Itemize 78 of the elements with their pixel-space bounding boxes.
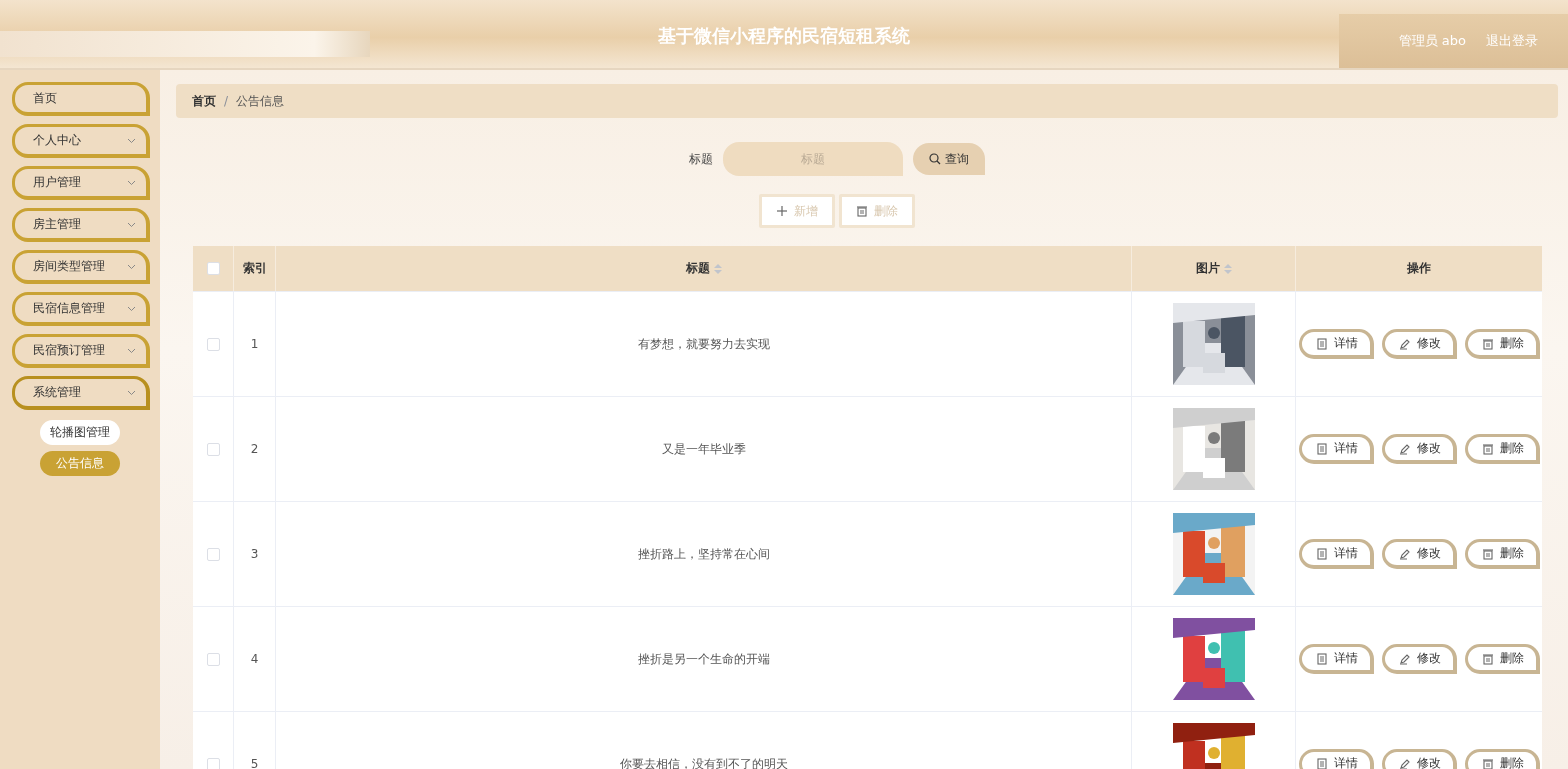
pencil-icon <box>1398 337 1411 350</box>
document-icon <box>1315 442 1328 455</box>
edit-button[interactable]: 修改 <box>1381 644 1457 674</box>
chevron-down-icon <box>127 305 136 312</box>
chevron-down-icon <box>127 137 136 144</box>
delete-button[interactable]: 删除 <box>1464 539 1540 569</box>
checkbox[interactable] <box>206 337 220 351</box>
table-cell: 你要去相信，没有到不了的明天 <box>619 755 788 769</box>
document-icon <box>1315 547 1328 560</box>
app-title: 基于微信小程序的民宿短租系统 <box>658 24 910 48</box>
document-icon <box>1315 757 1328 769</box>
delete-button[interactable]: 删除 <box>1464 329 1540 359</box>
trash-icon <box>1481 757 1494 769</box>
checkbox[interactable] <box>206 547 220 561</box>
trash-icon <box>1481 337 1494 350</box>
checkbox[interactable] <box>206 262 220 275</box>
document-icon <box>1315 652 1328 665</box>
column-header[interactable]: 标题 <box>685 260 710 277</box>
pencil-icon <box>1398 442 1411 455</box>
trash-icon <box>1481 442 1494 455</box>
pencil-icon <box>1398 652 1411 665</box>
menu-item[interactable]: 系统管理 <box>12 376 150 410</box>
edit-button[interactable]: 修改 <box>1381 539 1457 569</box>
column-header: 索引 <box>242 260 267 277</box>
detail-button[interactable]: 详情 <box>1298 539 1374 569</box>
menu-item[interactable]: 民宿信息管理 <box>12 292 150 326</box>
pencil-icon <box>1398 547 1411 560</box>
breadcrumb-item: 公告信息 <box>236 92 285 110</box>
trash-icon <box>1481 652 1494 665</box>
table-cell: 又是一年毕业季 <box>661 440 746 458</box>
detail-button[interactable]: 详情 <box>1298 749 1374 769</box>
checkbox[interactable] <box>206 442 220 456</box>
chevron-down-icon <box>127 179 136 186</box>
edit-button[interactable]: 修改 <box>1381 329 1457 359</box>
document-icon <box>1315 337 1328 350</box>
detail-button[interactable]: 详情 <box>1298 329 1374 359</box>
trash-icon <box>1481 547 1494 560</box>
menu-item[interactable]: 首页 <box>12 82 150 116</box>
search-icon <box>929 153 941 165</box>
breadcrumb-item[interactable]: 首页 <box>192 92 216 110</box>
chevron-down-icon <box>127 389 136 396</box>
menu-item[interactable]: 民宿预订管理 <box>12 334 150 368</box>
table-cell: 3 <box>250 547 259 561</box>
menu-item[interactable]: 用户管理 <box>12 166 150 200</box>
chevron-down-icon <box>127 347 136 354</box>
delete-button[interactable]: 删除 <box>1464 644 1540 674</box>
separator-slash: / <box>224 94 229 108</box>
table-cell: 挫折路上，坚持常在心间 <box>637 545 770 563</box>
delete-button[interactable]: 删除 <box>1464 434 1540 464</box>
submenu-item[interactable]: 轮播图管理 <box>40 420 120 445</box>
delete-button[interactable]: 删除 <box>1464 749 1540 769</box>
plus-icon <box>776 205 788 217</box>
menu-item[interactable]: 房主管理 <box>12 208 150 242</box>
table-cell: 挫折是另一个生命的开端 <box>637 650 770 668</box>
search-button[interactable]: 查询 <box>913 143 985 175</box>
menu-item[interactable]: 房间类型管理 <box>12 250 150 284</box>
column-header[interactable]: 图片 <box>1195 260 1220 277</box>
edit-button[interactable]: 修改 <box>1381 434 1457 464</box>
trash-icon <box>856 205 868 217</box>
column-header: 操作 <box>1407 260 1431 277</box>
chevron-down-icon <box>127 221 136 228</box>
field-label: 标题 <box>689 150 713 168</box>
table-cell: 1 <box>250 337 259 351</box>
table-cell: 4 <box>250 652 259 666</box>
table-cell: 有梦想，就要努力去实现 <box>637 335 770 353</box>
pencil-icon <box>1398 757 1411 769</box>
checkbox[interactable] <box>206 652 220 666</box>
admin-label: 管理员 abo <box>1398 32 1466 50</box>
detail-button[interactable]: 详情 <box>1298 434 1374 464</box>
sort-icon <box>1223 263 1232 274</box>
menu-item[interactable]: 个人中心 <box>12 124 150 158</box>
chevron-down-icon <box>127 263 136 270</box>
detail-button[interactable]: 详情 <box>1298 644 1374 674</box>
edit-button[interactable]: 修改 <box>1381 749 1457 769</box>
table-cell: 2 <box>250 442 259 456</box>
sort-icon <box>713 263 722 274</box>
checkbox[interactable] <box>206 757 220 769</box>
table-cell: 5 <box>250 757 259 769</box>
